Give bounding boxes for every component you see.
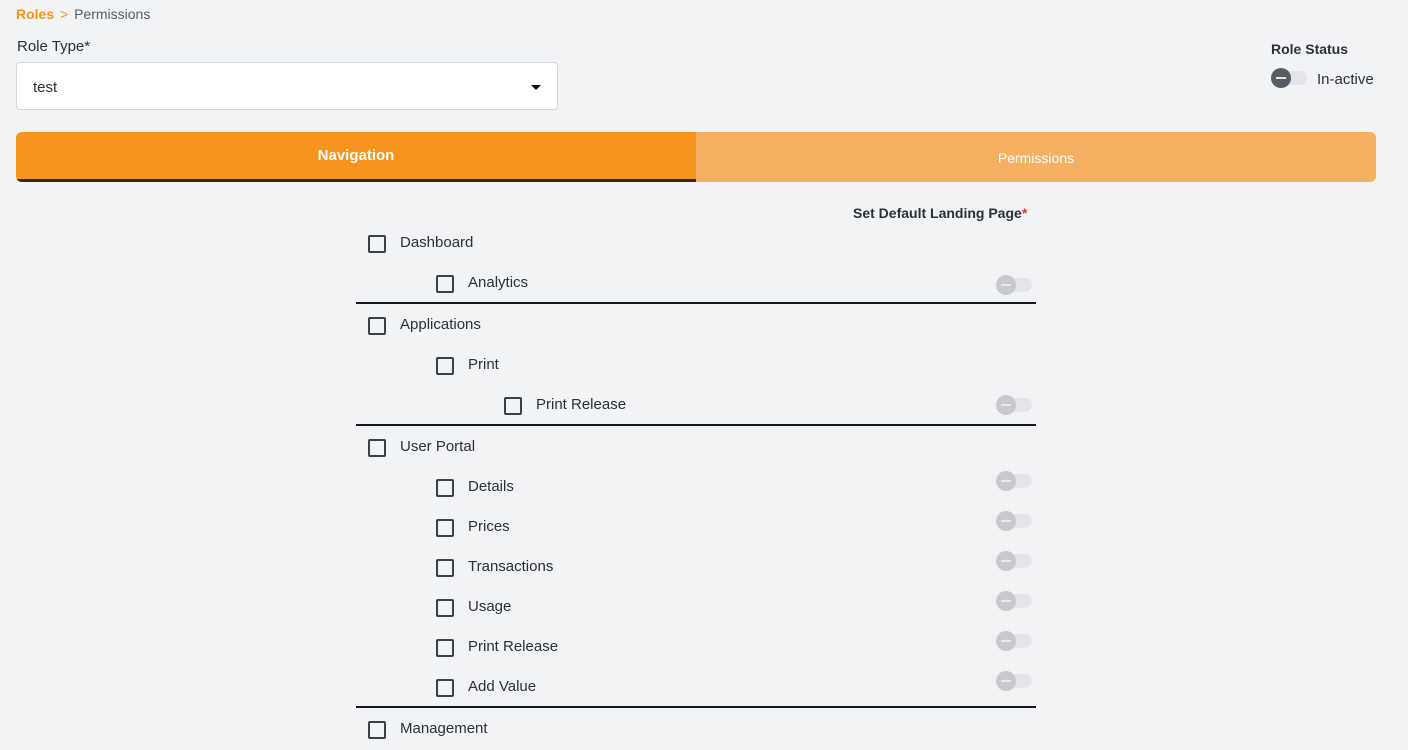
management-checkbox[interactable] [368, 721, 386, 739]
transactions-checkbox[interactable] [436, 559, 454, 577]
toggle-knob-icon [1271, 68, 1291, 88]
toggle-knob-icon [996, 671, 1016, 691]
tree-row-add-value: Add Value [356, 668, 1036, 708]
print-release-app-checkbox[interactable] [504, 397, 522, 415]
role-status-text: In-active [1317, 71, 1374, 88]
breadcrumb-current: Permissions [74, 6, 151, 22]
add-value-label: Add Value [468, 678, 537, 695]
tree-row-print: Print [356, 346, 1036, 386]
user-portal-checkbox[interactable] [368, 439, 386, 457]
toggle-knob-icon [996, 511, 1016, 531]
section-divider [356, 424, 1036, 426]
transactions-label: Transactions [468, 558, 554, 575]
usage-checkbox[interactable] [436, 599, 454, 617]
print-label: Print [468, 356, 499, 373]
print-release-app-landing-toggle[interactable] [996, 395, 1032, 415]
tab-permissions[interactable]: Permissions [696, 132, 1376, 182]
user-portal-label: User Portal [400, 438, 476, 455]
prices-label: Prices [468, 518, 510, 535]
tree-row-transactions: Transactions [356, 548, 1036, 588]
tree-row-dashboard: Dashboard [356, 224, 1036, 264]
analytics-landing-toggle[interactable] [996, 275, 1032, 295]
analytics-checkbox[interactable] [436, 275, 454, 293]
breadcrumb-roles-link[interactable]: Roles [16, 6, 54, 22]
details-label: Details [468, 478, 514, 495]
tab-navigation[interactable]: Navigation [16, 132, 696, 182]
dashboard-label: Dashboard [400, 234, 474, 251]
toggle-knob-icon [996, 551, 1016, 571]
breadcrumb-separator: > [60, 6, 69, 22]
tree-row-management: Management [356, 710, 1036, 750]
applications-checkbox[interactable] [368, 317, 386, 335]
toggle-knob-icon [996, 631, 1016, 651]
required-mark: * [1021, 205, 1028, 221]
tab-bar: Navigation Permissions [16, 132, 1376, 182]
section-divider [356, 706, 1036, 708]
print-release-portal-landing-toggle[interactable] [996, 631, 1032, 651]
add-value-checkbox[interactable] [436, 679, 454, 697]
toggle-knob-icon [996, 275, 1016, 295]
usage-landing-toggle[interactable] [996, 591, 1032, 611]
section-divider [356, 302, 1036, 304]
dashboard-checkbox[interactable] [368, 235, 386, 253]
default-landing-label: Set Default Landing Page [853, 205, 1022, 221]
role-type-value: test [33, 79, 58, 96]
tree-row-prices: Prices [356, 508, 1036, 548]
details-landing-toggle[interactable] [996, 471, 1032, 491]
print-release-portal-checkbox[interactable] [436, 639, 454, 657]
tree-row-print-release-portal: Print Release [356, 628, 1036, 668]
transactions-landing-toggle[interactable] [996, 551, 1032, 571]
management-label: Management [400, 720, 488, 737]
print-release-portal-label: Print Release [468, 638, 559, 655]
tree-row-usage: Usage [356, 588, 1036, 628]
prices-landing-toggle[interactable] [996, 511, 1032, 531]
toggle-knob-icon [996, 591, 1016, 611]
print-release-app-label: Print Release [536, 396, 627, 413]
role-type-select[interactable]: test [16, 62, 558, 110]
toggle-knob-icon [996, 471, 1016, 491]
role-type-label: Role Type* [17, 38, 91, 55]
breadcrumb: Roles > Permissions [16, 6, 150, 22]
caret-down-icon [531, 85, 541, 90]
role-status-toggle[interactable] [1271, 68, 1307, 88]
tree-row-applications: Applications [356, 306, 1036, 346]
tree-row-user-portal: User Portal [356, 428, 1036, 468]
usage-label: Usage [468, 598, 512, 615]
applications-label: Applications [400, 316, 481, 333]
details-checkbox[interactable] [436, 479, 454, 497]
default-landing-header: Set Default Landing Page* [853, 205, 1027, 221]
add-value-landing-toggle[interactable] [996, 671, 1032, 691]
print-checkbox[interactable] [436, 357, 454, 375]
prices-checkbox[interactable] [436, 519, 454, 537]
analytics-label: Analytics [468, 274, 529, 291]
tree-row-print-release-app: Print Release [356, 386, 1036, 426]
tree-row-analytics: Analytics [356, 264, 1036, 304]
role-status-title: Role Status [1271, 41, 1349, 57]
toggle-knob-icon [996, 395, 1016, 415]
tree-row-details: Details [356, 468, 1036, 508]
